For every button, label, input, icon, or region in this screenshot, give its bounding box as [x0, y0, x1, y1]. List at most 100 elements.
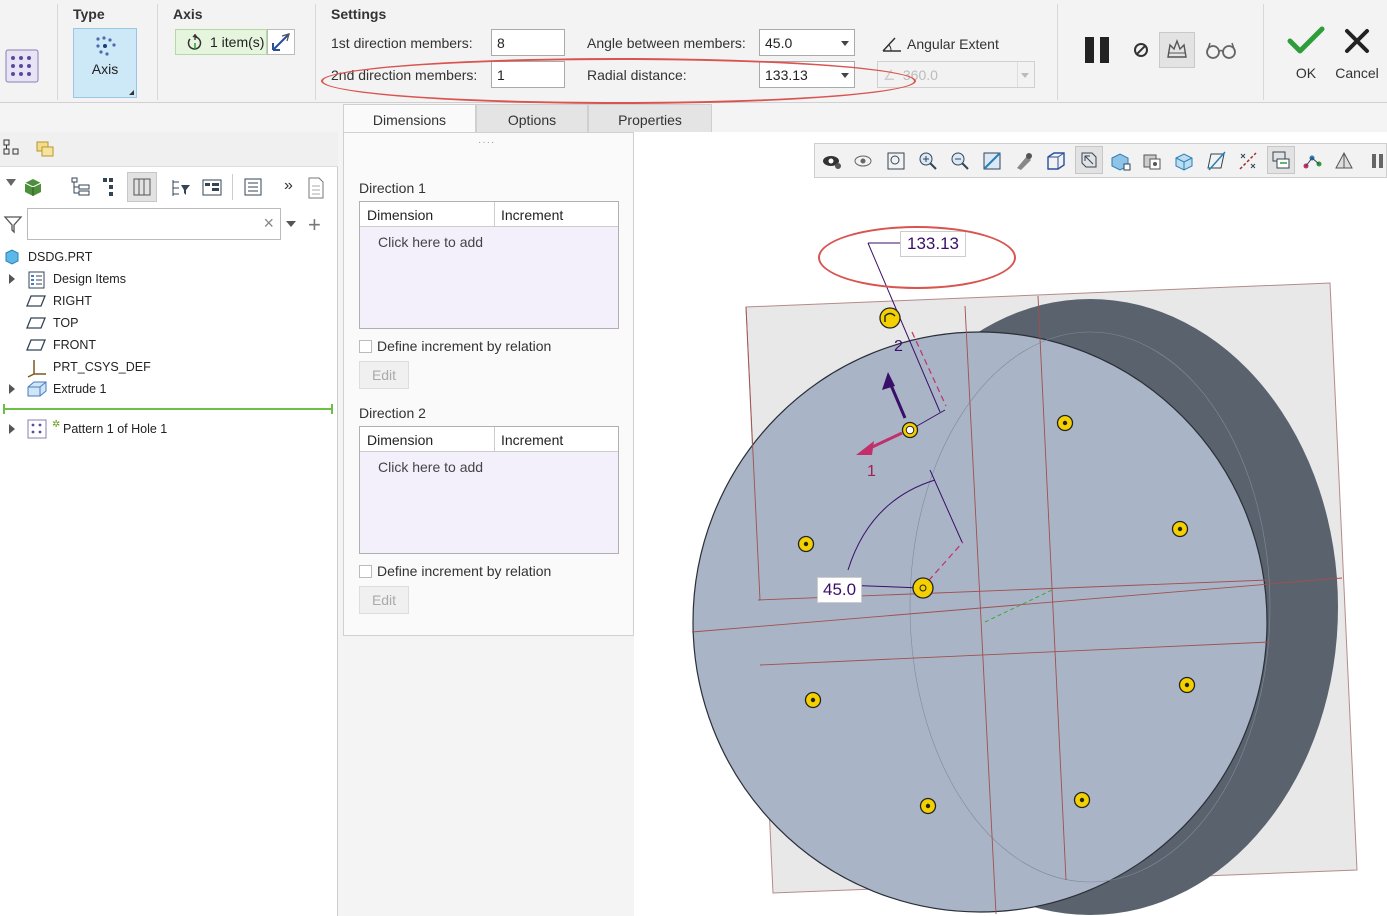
- radial-drag-handle[interactable]: [879, 307, 901, 329]
- expand-icon[interactable]: [9, 424, 15, 434]
- dir2-members-input[interactable]: 1: [491, 61, 565, 88]
- annotation-display-icon[interactable]: [1301, 150, 1323, 172]
- direction2-edit-button[interactable]: Edit: [359, 586, 409, 614]
- tree-filter-view-icon[interactable]: [127, 172, 157, 202]
- direction1-edit-button[interactable]: Edit: [359, 361, 409, 389]
- type-axis-button[interactable]: Axis: [73, 28, 137, 98]
- ok-button[interactable]: OK: [1283, 26, 1329, 81]
- list-view-icon[interactable]: [242, 176, 264, 201]
- pause-display-icon[interactable]: [1367, 150, 1387, 172]
- pattern-member[interactable]: [797, 535, 815, 553]
- tree-structure-icon[interactable]: [201, 176, 225, 201]
- pattern-member[interactable]: [804, 691, 822, 709]
- expand-icon[interactable]: [9, 274, 15, 284]
- pattern-member[interactable]: [1178, 676, 1196, 694]
- zoom-fit-icon[interactable]: [885, 150, 907, 172]
- axis-collector[interactable]: 1 item(s): [175, 29, 267, 55]
- angle-between-select[interactable]: 45.0: [759, 29, 855, 56]
- dir1-members-input[interactable]: 8: [491, 29, 565, 56]
- add-filter-icon[interactable]: +: [308, 212, 321, 238]
- refit-icon[interactable]: [853, 150, 875, 172]
- flip-direction-button[interactable]: [267, 29, 295, 55]
- cancel-button[interactable]: Cancel: [1334, 26, 1380, 81]
- document-icon[interactable]: [306, 176, 326, 203]
- tab-dimensions[interactable]: Dimensions: [343, 104, 476, 132]
- expand-icon[interactable]: [9, 384, 15, 394]
- datum-plane-icon: [26, 338, 46, 355]
- tree-item-extrude[interactable]: Extrude 1: [0, 378, 330, 400]
- search-dropdown-icon[interactable]: [286, 221, 296, 227]
- zoom-out-icon[interactable]: [949, 150, 971, 172]
- tree-item-pattern[interactable]: ✲ Pattern 1 of Hole 1: [0, 418, 330, 440]
- filter-list-icon[interactable]: [170, 176, 192, 201]
- direction2-table[interactable]: Dimension Increment Click here to add: [359, 426, 619, 554]
- checkmark-icon: [1287, 26, 1325, 54]
- model-viewport[interactable]: [634, 132, 1387, 916]
- display-style-icon[interactable]: [1013, 150, 1035, 172]
- tree-item-design-items[interactable]: Design Items: [0, 268, 330, 290]
- repaint-icon[interactable]: [981, 150, 1003, 172]
- panel-grip-icon[interactable]: ····: [478, 137, 495, 148]
- dropdown-corner-icon: [129, 90, 134, 95]
- tree-item-right[interactable]: RIGHT: [0, 290, 330, 312]
- show-dropdown-icon[interactable]: [6, 179, 16, 186]
- tree-settings-icon[interactable]: [70, 176, 92, 201]
- view-cube-icon[interactable]: [1045, 150, 1067, 172]
- attached-preview-button[interactable]: [1159, 32, 1195, 68]
- saved-orientations-icon[interactable]: [821, 150, 843, 172]
- verify-glasses-button[interactable]: [1203, 36, 1239, 64]
- separator: [157, 4, 158, 100]
- click-to-add-cell[interactable]: Click here to add: [378, 459, 483, 475]
- radial-distance-select[interactable]: 133.13: [759, 61, 855, 88]
- pattern-member[interactable]: [919, 797, 937, 815]
- checkbox[interactable]: [359, 340, 372, 353]
- direction1-relation-checkbox[interactable]: Define increment by relation: [359, 338, 551, 354]
- datum-plane-icon: [26, 294, 46, 311]
- spin-axis-icon[interactable]: [1333, 150, 1355, 172]
- shaded-display-icon[interactable]: [1173, 150, 1195, 172]
- angle-drag-handle[interactable]: [912, 577, 934, 599]
- tree-columns-icon[interactable]: [100, 176, 120, 201]
- tree-item-csys[interactable]: PRT_CSYS_DEF: [0, 356, 330, 378]
- spin-center-icon[interactable]: [1075, 146, 1103, 174]
- datum-display-filter-icon[interactable]: [1267, 146, 1295, 174]
- pattern-member[interactable]: [1056, 414, 1074, 432]
- tree-item-label: FRONT: [53, 338, 97, 352]
- no-preview-button[interactable]: [1128, 37, 1154, 63]
- filter-funnel-icon[interactable]: [3, 214, 23, 237]
- datum-axis-display-icon[interactable]: [1237, 150, 1259, 172]
- pause-button[interactable]: [1081, 33, 1115, 67]
- checkbox[interactable]: [359, 565, 372, 578]
- pattern-member[interactable]: [1171, 520, 1189, 538]
- tab-options[interactable]: Options: [476, 104, 588, 132]
- appearance-icon[interactable]: [1141, 150, 1163, 172]
- radial-dimension-label[interactable]: 133.13: [900, 231, 966, 257]
- tree-item-part[interactable]: DSDG.PRT: [0, 246, 330, 268]
- insert-here-line[interactable]: [3, 404, 333, 414]
- separator: [1057, 4, 1058, 100]
- view-manager-icon[interactable]: [1109, 150, 1131, 172]
- tree-item-front[interactable]: FRONT: [0, 334, 330, 356]
- separator: [1263, 4, 1264, 100]
- tab-properties[interactable]: Properties: [588, 104, 712, 132]
- graphics-window[interactable]: 133.13 45.0 2 1: [634, 132, 1387, 916]
- click-to-add-cell[interactable]: Click here to add: [378, 234, 483, 250]
- dir1-members-label: 1st direction members:: [331, 35, 473, 51]
- more-button[interactable]: »: [284, 177, 293, 195]
- pattern-member[interactable]: [1073, 791, 1091, 809]
- direction2-relation-checkbox[interactable]: Define increment by relation: [359, 563, 551, 579]
- cube-icon[interactable]: [22, 175, 44, 200]
- tree-search-input[interactable]: ×: [27, 208, 281, 240]
- datum-plane-display-icon[interactable]: [1205, 150, 1227, 172]
- zoom-in-icon[interactable]: [917, 150, 939, 172]
- tree-item-top[interactable]: TOP: [0, 312, 330, 334]
- pattern-leader-member[interactable]: [901, 421, 919, 439]
- angle-dimension-label[interactable]: 45.0: [817, 577, 863, 603]
- clear-search-icon[interactable]: ×: [263, 213, 274, 234]
- layers-tab-icon[interactable]: [34, 138, 58, 165]
- relation-label: Define increment by relation: [377, 338, 552, 354]
- direction1-table[interactable]: Dimension Increment Click here to add: [359, 201, 619, 329]
- chevron-down-icon: [841, 41, 849, 46]
- angular-extent-select[interactable]: ∠ 360.0: [877, 61, 1035, 88]
- model-tree-tab-icon[interactable]: [2, 138, 22, 165]
